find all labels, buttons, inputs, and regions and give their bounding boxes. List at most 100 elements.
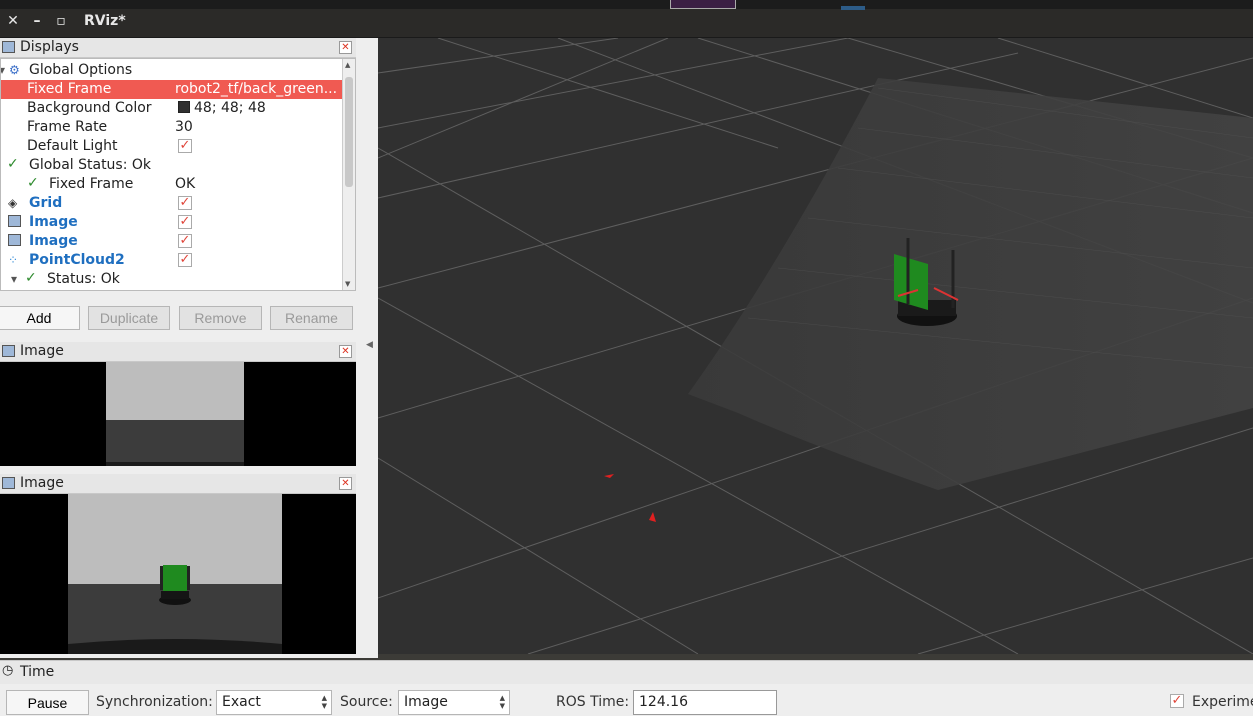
title-bar: ✕ – ▫ RViz* <box>0 0 1253 38</box>
taskbar-indicator <box>841 6 865 10</box>
tree-row-frame-rate[interactable]: Frame Rate 30 <box>1 118 343 137</box>
minimize-icon[interactable]: – <box>28 12 46 30</box>
collapse-arrow-icon[interactable]: ◀ <box>366 340 373 350</box>
source-select[interactable]: Image ▲ ▼ <box>398 690 510 715</box>
expand-arrow-icon[interactable]: ▾ <box>1 63 5 77</box>
desktop-top-strip <box>0 0 1253 9</box>
add-button[interactable]: Add <box>0 306 80 330</box>
tree-row-pointcloud2[interactable]: ⁘ PointCloud2 ✓ <box>1 251 343 270</box>
default-light-checkbox[interactable]: ✓ <box>178 139 192 153</box>
image-icon <box>2 477 15 489</box>
displays-panel-header: Displays ✕ <box>0 38 356 58</box>
frame-rate-value[interactable]: 30 <box>175 119 193 135</box>
tree-label: Image <box>29 233 78 249</box>
monitor-icon <box>2 41 15 53</box>
tree-row-global-options[interactable]: ▾ ⚙ Global Options <box>1 61 343 80</box>
source-value: Image <box>404 694 448 710</box>
displays-panel-title: Displays <box>20 39 79 55</box>
color-text: 48; 48; 48 <box>194 100 266 116</box>
pause-button[interactable]: Pause <box>6 690 89 715</box>
scroll-up-icon[interactable]: ▲ <box>345 61 350 69</box>
marker-arrow <box>604 474 614 478</box>
tree-label: Background Color <box>27 100 152 116</box>
tree-scrollbar[interactable]: ▲ ▼ <box>342 59 355 290</box>
checkmark-icon: ✓ <box>25 270 37 286</box>
sync-select[interactable]: Exact ▲ ▼ <box>216 690 332 715</box>
displays-tree[interactable]: ▾ ⚙ Global Options Fixed Frame robot2_tf… <box>0 58 356 291</box>
window-title: RViz* <box>84 13 126 29</box>
image-view-2 <box>0 494 356 654</box>
experimental-checkbox[interactable]: ✓ <box>1170 694 1184 708</box>
image-icon <box>8 234 21 246</box>
tree-label: Fixed Frame <box>27 81 112 97</box>
tree-label: Global Options <box>29 62 133 78</box>
grid-checkbox[interactable]: ✓ <box>178 196 192 210</box>
tree-label: Image <box>29 214 78 230</box>
3d-render-view[interactable] <box>378 38 1253 654</box>
tree-row-default-light[interactable]: Default Light ✓ <box>1 137 343 156</box>
image-panel-2-close-icon[interactable]: ✕ <box>339 477 352 490</box>
image-panel-1-close-icon[interactable]: ✕ <box>339 345 352 358</box>
scrollbar-thumb[interactable] <box>345 77 353 187</box>
time-panel-title: Time <box>20 664 55 680</box>
tree-label: Status: Ok <box>47 271 120 287</box>
image-panel-1-title: Image <box>20 343 64 359</box>
scroll-down-icon[interactable]: ▼ <box>345 280 350 288</box>
source-label: Source: <box>340 694 393 710</box>
tree-row-global-status[interactable]: ✓ Global Status: Ok <box>1 156 343 175</box>
time-panel-bar: Pause Synchronization: Exact ▲ ▼ Source: … <box>0 684 1253 716</box>
pointcloud-checkbox[interactable]: ✓ <box>178 253 192 267</box>
maximize-icon[interactable]: ▫ <box>52 12 70 30</box>
color-swatch <box>178 101 190 113</box>
camera-image-1 <box>106 362 244 466</box>
image-panel-2-header: Image ✕ <box>0 474 356 494</box>
ros-time-field[interactable]: 124.16 <box>633 690 777 715</box>
time-panel-header: ◷ Time <box>0 660 1253 684</box>
camera-image-2 <box>68 494 282 654</box>
rename-button[interactable]: Rename <box>270 306 353 330</box>
checkmark-icon: ✓ <box>7 156 19 172</box>
tree-row-image-2[interactable]: Image ✓ <box>1 232 343 251</box>
sync-label: Synchronization: <box>96 694 213 710</box>
tree-row-grid[interactable]: ◈ Grid ✓ <box>1 194 343 213</box>
dock-splitter[interactable]: ◀ <box>362 38 378 658</box>
close-icon[interactable]: ✕ <box>4 12 22 30</box>
expand-arrow-icon[interactable]: ▾ <box>11 272 17 286</box>
tree-label: Fixed Frame <box>49 176 134 192</box>
spin-arrows-icon: ▲ ▼ <box>321 694 327 710</box>
displays-close-icon[interactable]: ✕ <box>339 41 352 54</box>
duplicate-button[interactable]: Duplicate <box>88 306 170 330</box>
grid-icon: ◈ <box>8 196 18 210</box>
tree-label: Default Light <box>27 138 118 154</box>
sync-value: Exact <box>222 694 261 710</box>
fixed-frame-value[interactable]: robot2_tf/back_green... <box>175 81 337 97</box>
clock-icon: ◷ <box>2 663 14 678</box>
spin-arrows-icon: ▲ ▼ <box>499 694 505 710</box>
taskbar-thumbnail[interactable] <box>670 0 736 9</box>
tree-row-fixed-frame-status[interactable]: ✓ Fixed Frame OK <box>1 175 343 194</box>
tree-row-fixed-frame[interactable]: Fixed Frame robot2_tf/back_green... <box>1 80 343 99</box>
image-panel-2-title: Image <box>20 475 64 491</box>
remove-button[interactable]: Remove <box>179 306 262 330</box>
pointcloud-icon: ⁘ <box>8 253 19 267</box>
marker-arrow <box>649 512 656 522</box>
background-color-value[interactable]: 48; 48; 48 <box>178 100 266 116</box>
experimental-label: Experime <box>1192 694 1253 710</box>
tree-label: Grid <box>29 195 63 211</box>
tree-label: Frame Rate <box>27 119 108 135</box>
tree-row-background-color[interactable]: Background Color 48; 48; 48 <box>1 99 343 118</box>
checkmark-icon: ✓ <box>27 175 39 191</box>
ros-time-label: ROS Time: <box>556 694 630 710</box>
gear-icon: ⚙ <box>9 63 20 77</box>
tree-label: PointCloud2 <box>29 252 125 268</box>
tree-row-image-1[interactable]: Image ✓ <box>1 213 343 232</box>
tree-row-status[interactable]: ▾ ✓ Status: Ok <box>1 270 343 289</box>
image-icon <box>2 345 15 357</box>
image1-checkbox[interactable]: ✓ <box>178 215 192 229</box>
render-canvas[interactable] <box>378 38 1253 654</box>
tree-label: Global Status: Ok <box>29 157 152 173</box>
image-icon <box>8 215 21 227</box>
image2-checkbox[interactable]: ✓ <box>178 234 192 248</box>
fixed-frame-status-value: OK <box>175 176 196 192</box>
image-panel-1-header: Image ✕ <box>0 342 356 362</box>
